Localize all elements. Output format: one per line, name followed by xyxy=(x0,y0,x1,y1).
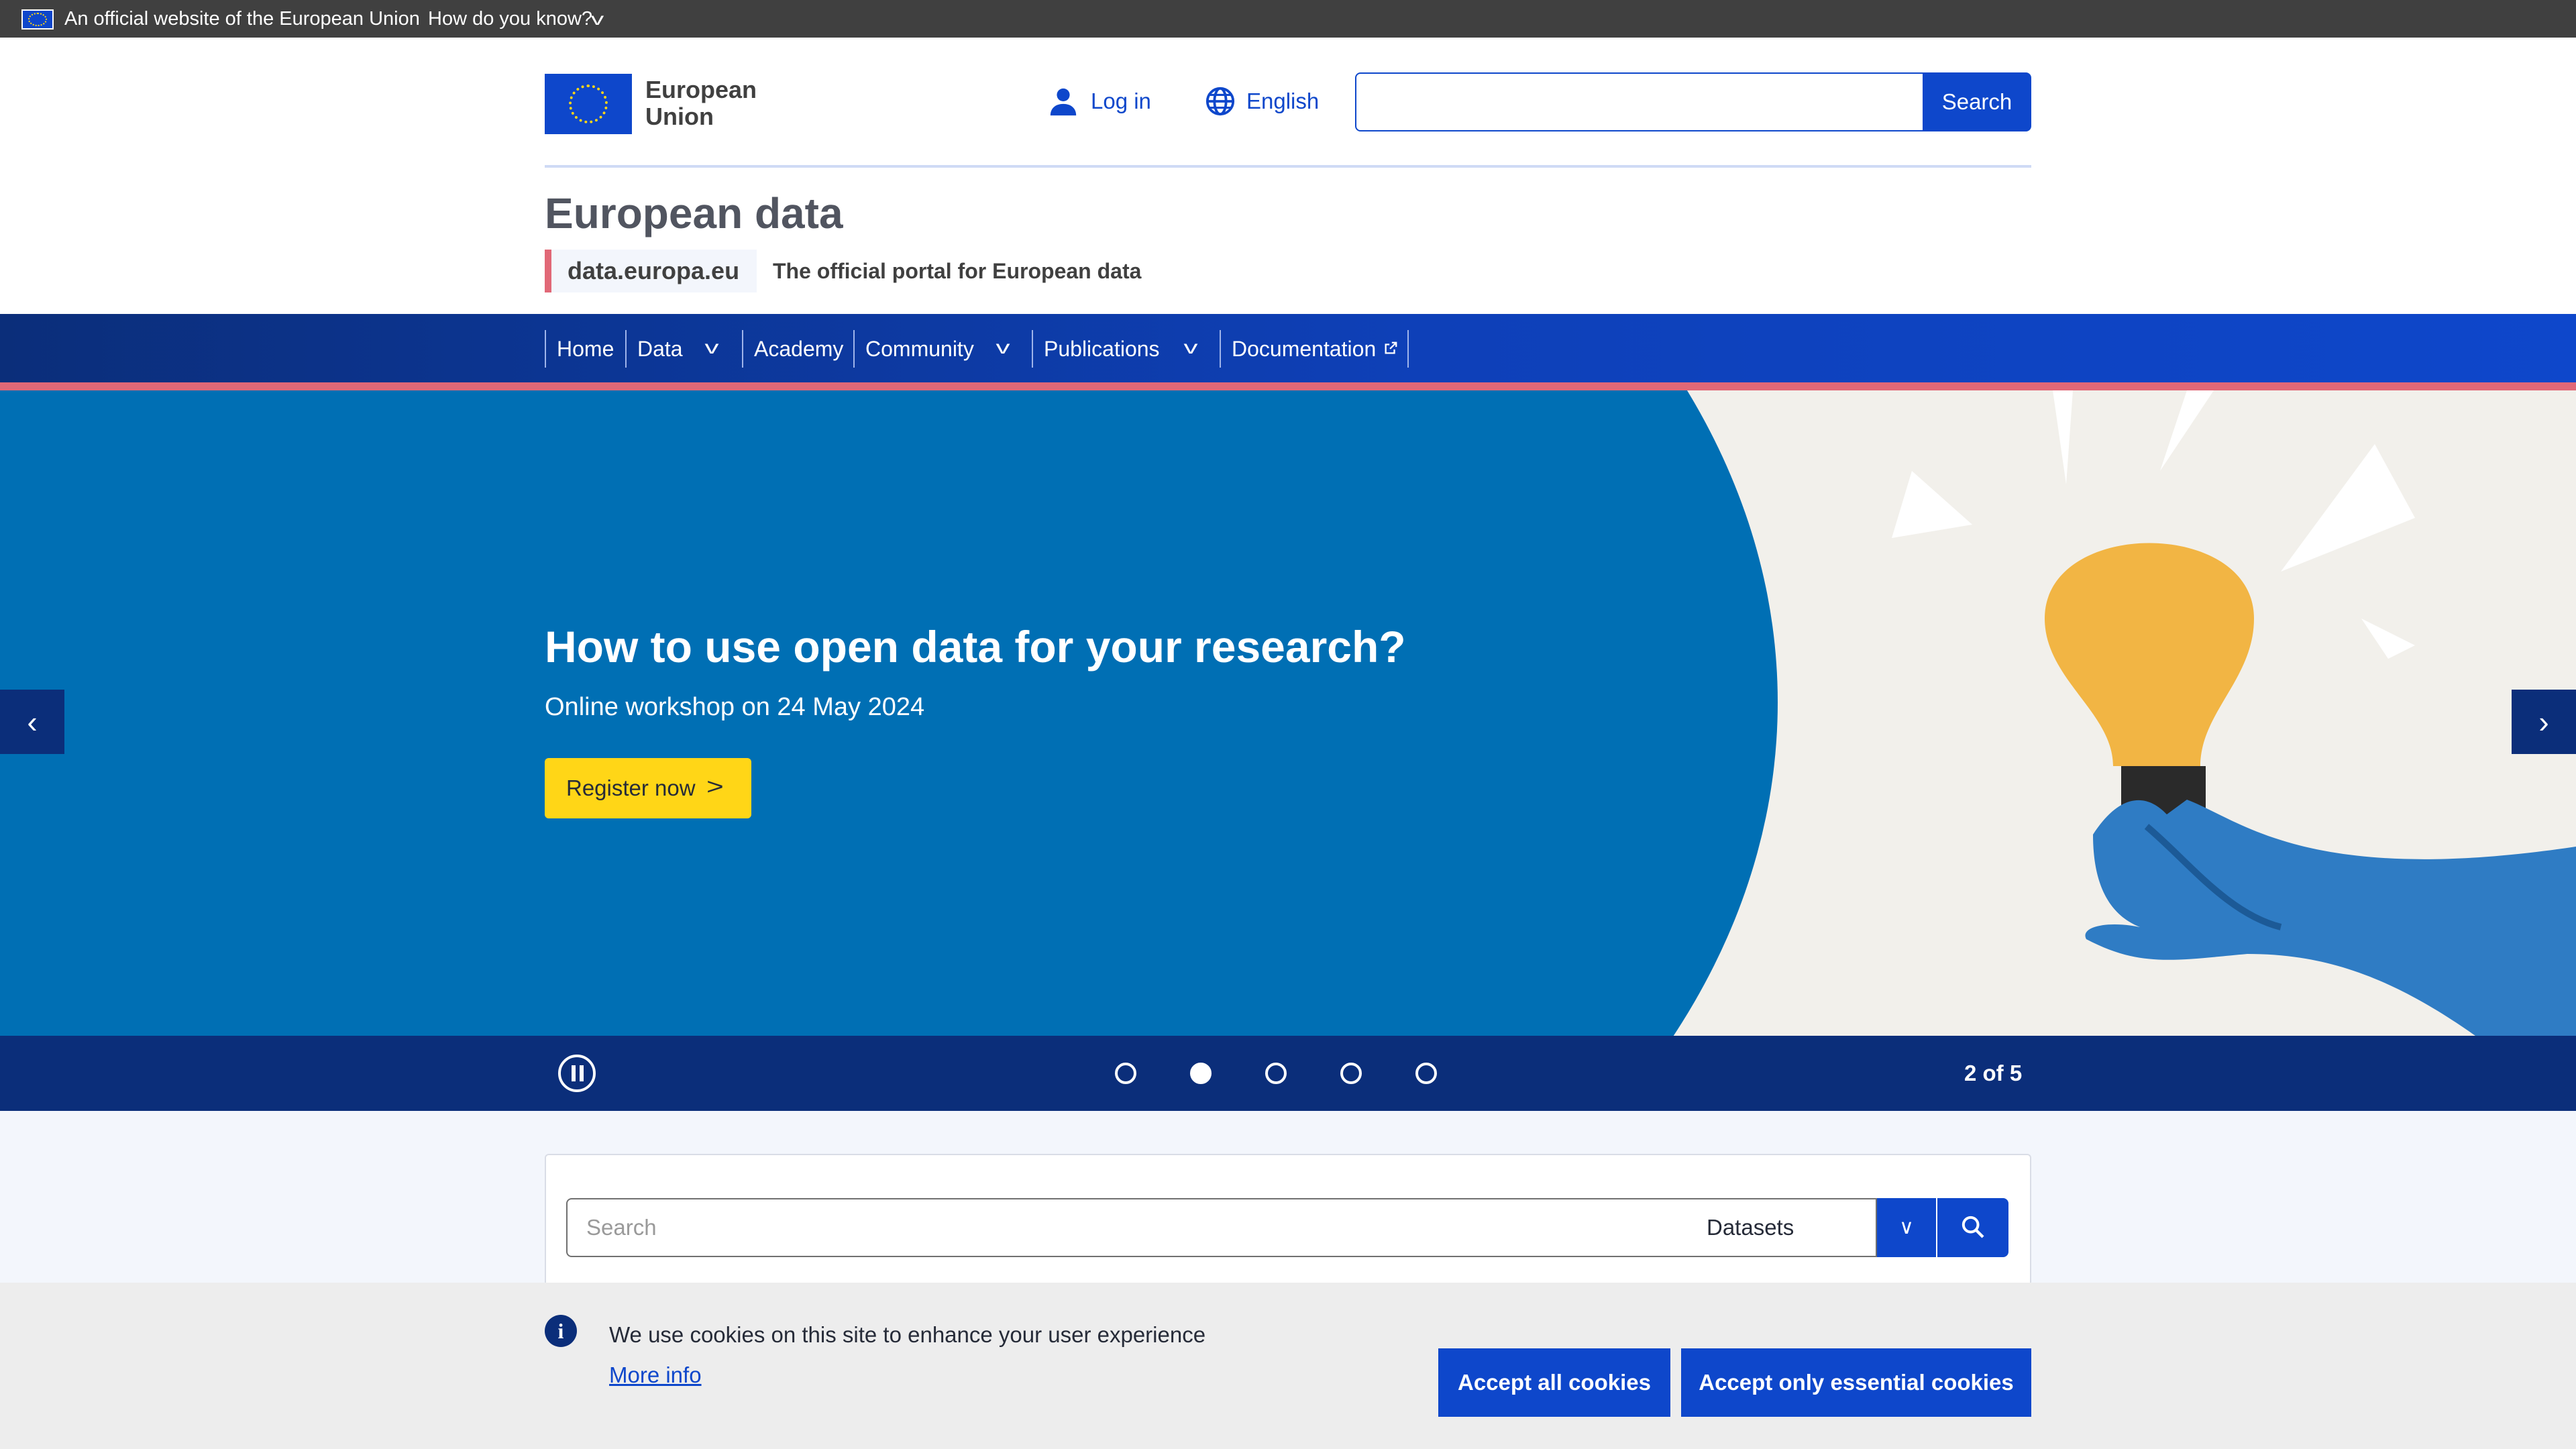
carousel-dot-3[interactable] xyxy=(1265,1063,1287,1084)
nav-item-home[interactable]: Home xyxy=(545,330,625,368)
eu-logo[interactable] xyxy=(545,74,632,134)
site-search-button[interactable]: Search xyxy=(1923,72,2031,131)
search-type-select[interactable]: Datasets xyxy=(1692,1198,1877,1257)
search-icon xyxy=(1962,1216,1984,1238)
hero-title: How to use open data for your research? xyxy=(545,622,1406,672)
dataset-search-button[interactable] xyxy=(1937,1198,2008,1257)
accept-all-cookies-button[interactable]: Accept all cookies xyxy=(1438,1348,1670,1417)
cookie-more-info-link[interactable]: More info xyxy=(609,1360,702,1390)
carousel-dot-1[interactable] xyxy=(1115,1063,1136,1084)
chevron-left-icon: ‹ xyxy=(27,704,38,739)
info-icon: i xyxy=(545,1315,577,1347)
dataset-search-input[interactable] xyxy=(566,1198,1693,1257)
logo-text-line1: European xyxy=(645,76,757,103)
user-icon[interactable] xyxy=(1048,86,1079,117)
register-now-button[interactable]: Register now > xyxy=(545,758,751,818)
carousel-controls xyxy=(0,1036,2576,1111)
lightbulb-illustration xyxy=(1892,390,2576,1036)
external-link-icon xyxy=(1385,341,1397,354)
carousel-dot-4[interactable] xyxy=(1340,1063,1362,1084)
carousel-prev-button[interactable]: ‹ xyxy=(0,690,64,754)
language-selector[interactable]: English xyxy=(1246,87,1319,115)
accept-essential-cookies-button[interactable]: Accept only essential cookies xyxy=(1681,1348,2031,1417)
chevron-down-icon[interactable]: ∨ xyxy=(1877,1198,1936,1257)
site-title: European data xyxy=(545,189,843,237)
cookie-banner xyxy=(0,1283,2576,1449)
chevron-down-icon[interactable]: v xyxy=(996,334,1010,361)
carousel-dot-5[interactable] xyxy=(1415,1063,1437,1084)
chevron-down-icon[interactable]: v xyxy=(1184,334,1198,361)
register-now-label: Register now xyxy=(566,775,696,800)
site-subtitle: The official portal for European data xyxy=(773,259,1142,283)
site-tag-text: data.europa.eu xyxy=(568,257,740,284)
pause-icon[interactable] xyxy=(558,1055,596,1092)
slide-counter: 2 of 5 xyxy=(1964,1061,2023,1085)
logo-text-line2: Union xyxy=(645,103,714,130)
chevron-down-icon[interactable]: v xyxy=(591,8,604,30)
hero-subtitle: Online workshop on 24 May 2024 xyxy=(545,693,925,721)
site-tag: data.europa.eu xyxy=(545,250,757,292)
chevron-down-icon[interactable]: v xyxy=(705,334,719,361)
eu-official-bar: An official website of the European Unio… xyxy=(0,0,2576,38)
header-divider xyxy=(545,165,2031,168)
nav-item-documentation[interactable]: Documentation xyxy=(1220,330,1381,368)
chevron-right-icon: › xyxy=(2538,704,2549,739)
nav-end-divider xyxy=(1407,330,1409,368)
nav-accent-stripe xyxy=(0,382,2576,390)
carousel-next-button[interactable]: › xyxy=(2512,690,2576,754)
official-website-text: An official website of the European Unio… xyxy=(64,8,420,30)
nav-item-data[interactable]: Data xyxy=(625,330,751,368)
login-link[interactable]: Log in xyxy=(1091,87,1151,115)
site-search-input[interactable] xyxy=(1355,72,1924,131)
chevron-right-icon: > xyxy=(706,774,724,800)
how-do-you-know-link[interactable]: How do you know? xyxy=(428,7,592,31)
nav-item-academy[interactable]: Academy xyxy=(742,330,855,368)
globe-icon[interactable] xyxy=(1205,86,1236,117)
carousel-dot-2[interactable] xyxy=(1190,1063,1212,1084)
cookie-message: We use cookies on this site to enhance y… xyxy=(609,1322,1206,1347)
eu-logo-text[interactable]: European Union xyxy=(645,76,757,130)
eu-flag-icon xyxy=(21,9,54,30)
